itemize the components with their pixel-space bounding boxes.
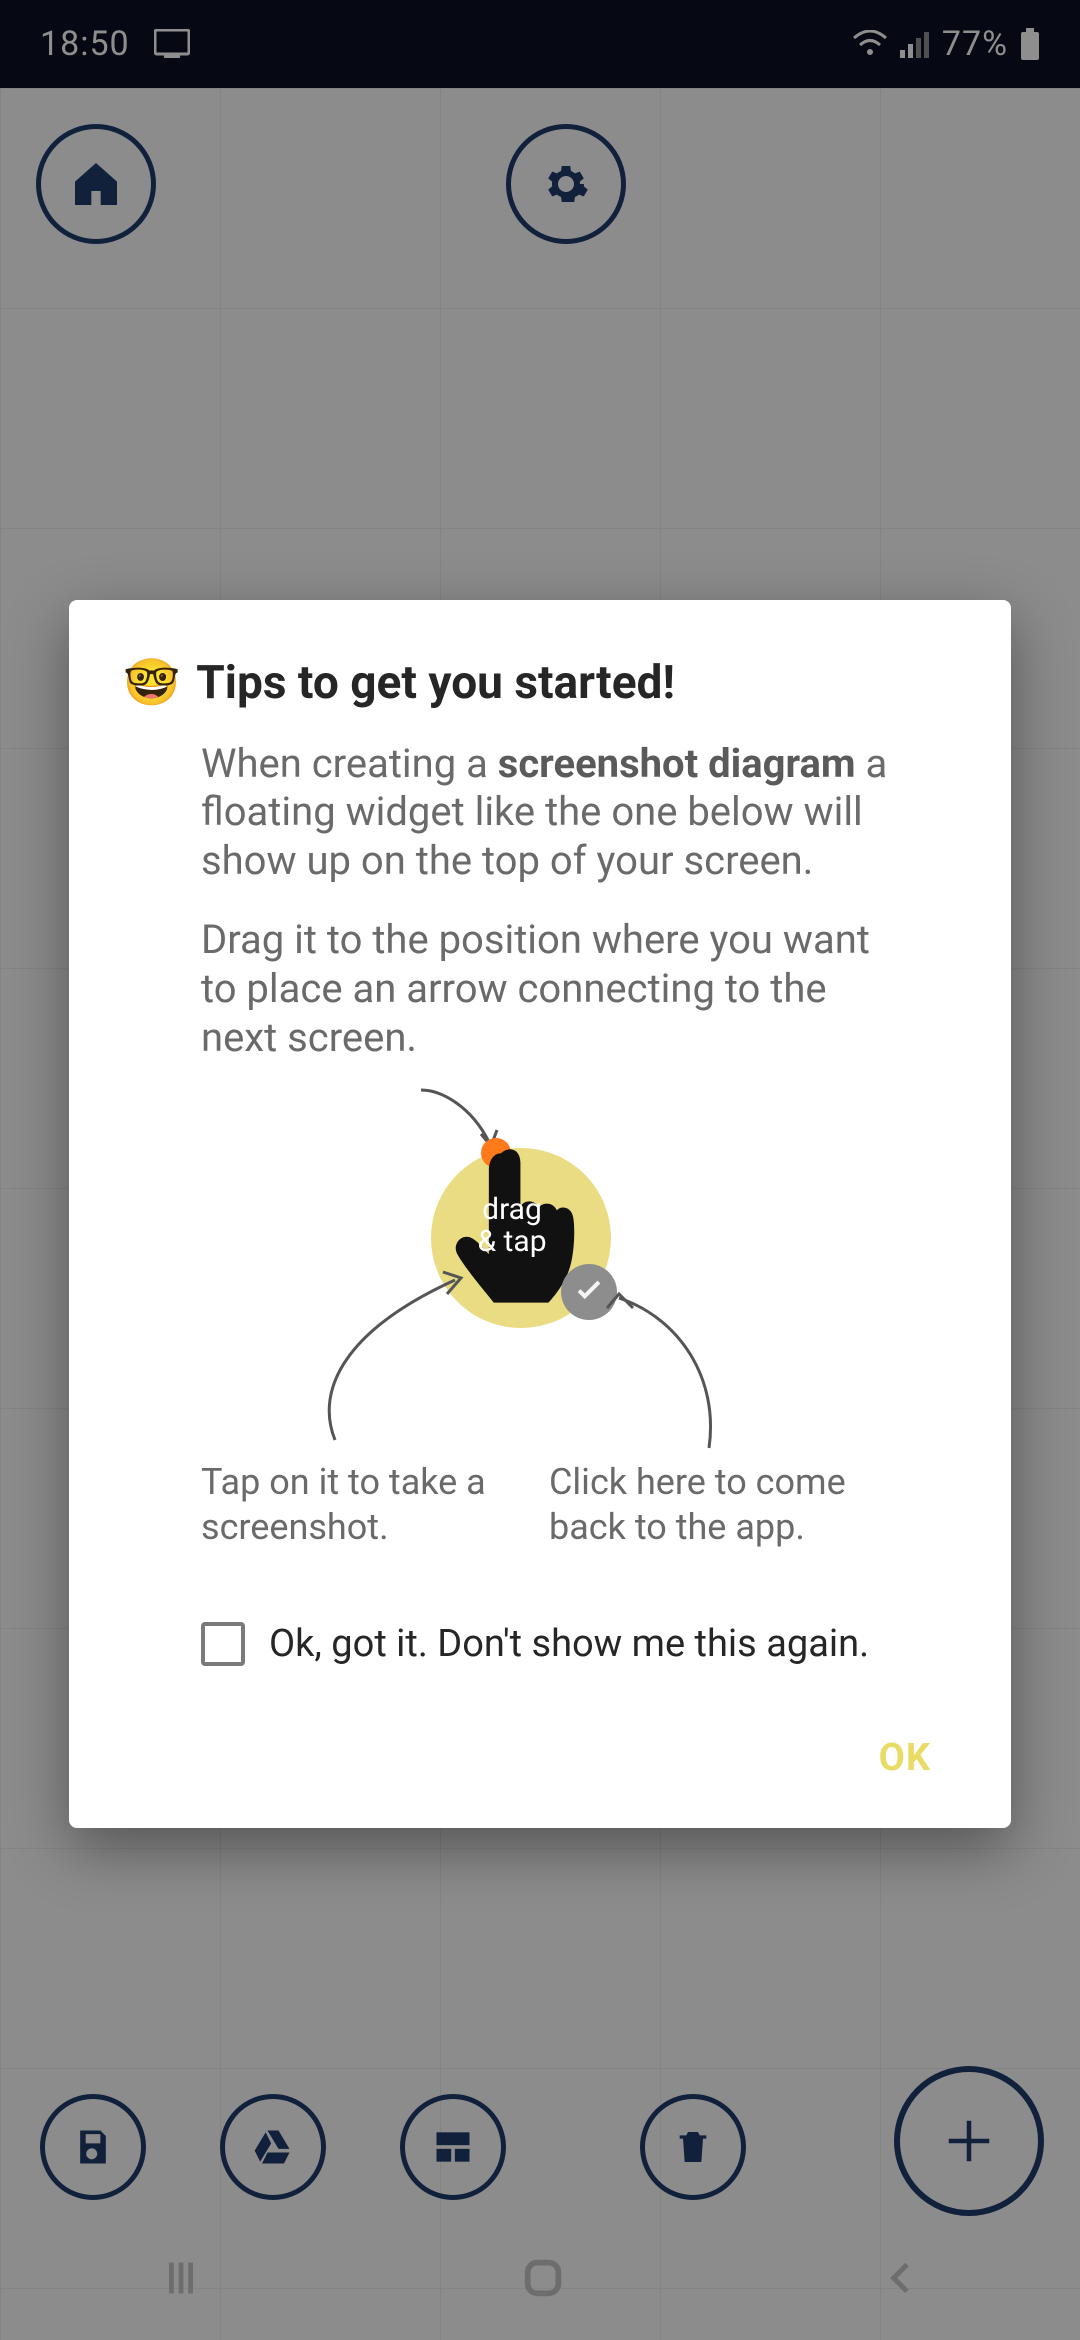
widget-illustration: drag & tap Tap on it to take a screensho… xyxy=(201,1092,957,1612)
dialog-paragraph-2: Drag it to the position where you want t… xyxy=(201,916,901,1062)
dialog-paragraph-1: When creating a screenshot diagram a flo… xyxy=(201,740,901,886)
nerd-emoji-icon: 🤓 xyxy=(123,656,180,710)
dont-show-again-row[interactable]: Ok, got it. Don't show me this again. xyxy=(201,1622,957,1666)
illustration-caption-right: Click here to come back to the app. xyxy=(549,1460,889,1550)
checkbox-label: Ok, got it. Don't show me this again. xyxy=(269,1622,869,1666)
arrow-icon xyxy=(599,1278,749,1458)
checkbox[interactable] xyxy=(201,1622,245,1666)
widget-label: drag & tap xyxy=(467,1194,557,1257)
illustration-caption-left: Tap on it to take a screenshot. xyxy=(201,1460,521,1550)
para1-bold: screenshot diagram xyxy=(498,740,856,787)
tips-dialog: 🤓 Tips to get you started! When creating… xyxy=(69,600,1011,1829)
modal-overlay: 🤓 Tips to get you started! When creating… xyxy=(0,0,1080,2340)
para1-prefix: When creating a xyxy=(201,740,498,787)
dialog-title-row: 🤓 Tips to get you started! xyxy=(123,656,957,710)
ok-button[interactable]: OK xyxy=(853,1722,957,1794)
widget-label-line1: drag xyxy=(467,1194,557,1226)
dialog-title: Tips to get you started! xyxy=(196,656,675,710)
arrow-icon xyxy=(305,1250,505,1450)
